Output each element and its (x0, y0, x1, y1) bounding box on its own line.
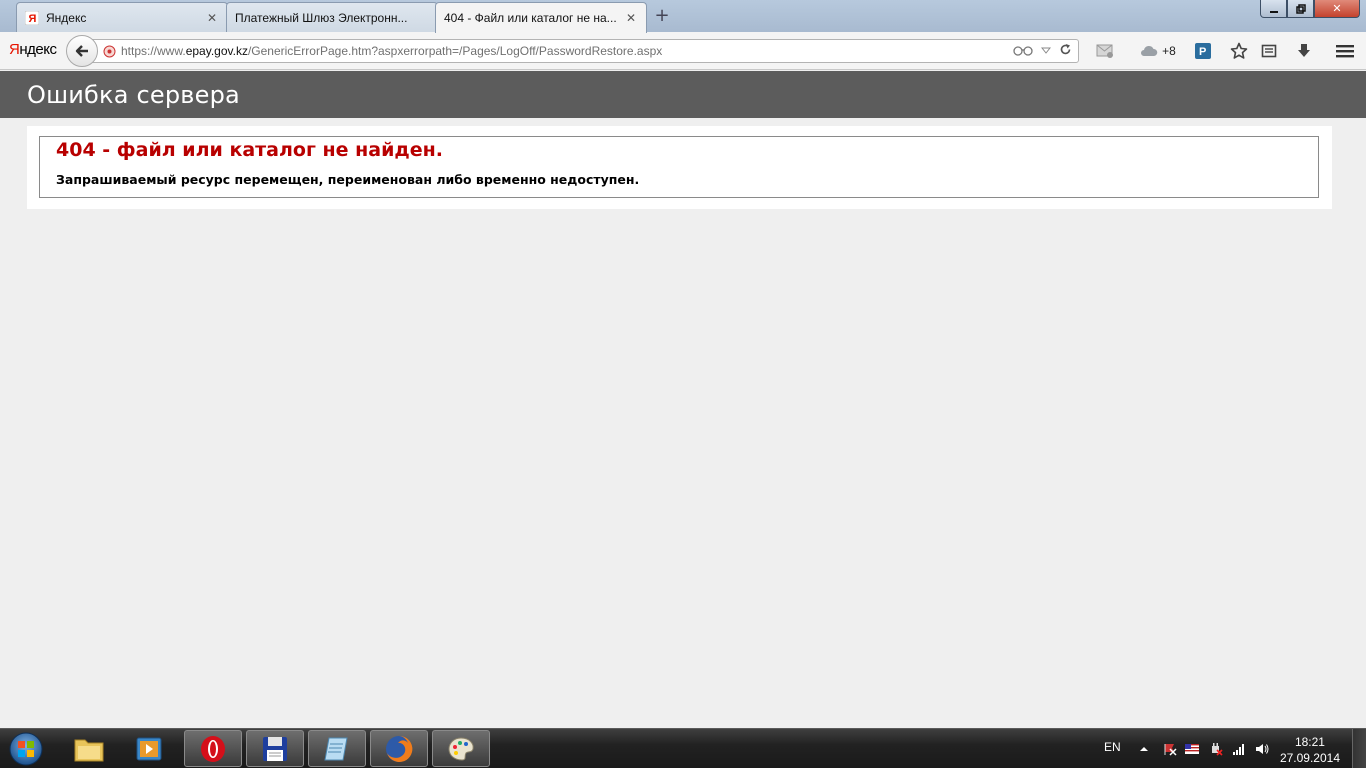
cloud-button[interactable]: +8 (1134, 41, 1182, 61)
toolbar-icons: +8 P (1094, 41, 1355, 61)
downloads-button[interactable] (1294, 41, 1314, 61)
extension-button[interactable]: P (1194, 41, 1212, 61)
start-button[interactable] (6, 731, 46, 767)
tab-title: Яндекс (46, 10, 87, 25)
minimize-icon (1269, 10, 1278, 13)
mail-button[interactable] (1094, 41, 1116, 61)
reload-icon[interactable] (1059, 43, 1072, 56)
windows-taskbar: EN 18:21 27.09.2014 (0, 728, 1366, 768)
reader-glasses-icon[interactable] (1013, 44, 1033, 56)
error-message: Запрашиваемый ресурс перемещен, переимен… (56, 172, 640, 187)
minimize-button[interactable] (1260, 0, 1287, 18)
svg-text:P: P (1199, 46, 1206, 58)
language-indicator[interactable]: EN (1104, 740, 1121, 754)
url-domain: epay.gov.kz (185, 44, 248, 58)
tab-epay[interactable]: Платежный Шлюз Электронн... (226, 2, 438, 32)
yandex-logo-text: Яндекс (9, 41, 57, 58)
reading-list-icon (1261, 44, 1277, 58)
taskbar-media-player[interactable] (120, 730, 178, 767)
taskbar-paint[interactable] (432, 730, 490, 767)
url-text[interactable]: https://www.epay.gov.kz/GenericErrorPage… (121, 44, 662, 58)
site-identity-icon[interactable] (103, 45, 116, 58)
cloud-count: +8 (1162, 44, 1176, 58)
url-prefix: https://www. (121, 44, 186, 58)
close-window-button[interactable]: ✕ (1314, 0, 1360, 18)
address-bar[interactable]: https://www.epay.gov.kz/GenericErrorPage… (84, 39, 1079, 63)
svg-text:Я: Я (29, 13, 37, 25)
clock-date: 27.09.2014 (1279, 751, 1340, 765)
action-center-flag-icon[interactable] (1163, 742, 1177, 756)
page-title: Ошибка сервера (27, 81, 240, 109)
tab-yandex[interactable]: Я Яндекс ✕ (16, 2, 228, 32)
notepad-icon (324, 737, 348, 760)
page-header-bar: Ошибка сервера (0, 71, 1366, 118)
show-desktop-button[interactable] (1352, 729, 1366, 768)
tab-title: Платежный Шлюз Электронн... (235, 10, 408, 25)
restore-button[interactable] (1287, 0, 1314, 18)
clock-time: 18:21 (1294, 735, 1325, 749)
folder-icon (74, 739, 104, 761)
extension-p-icon: P (1195, 43, 1211, 59)
taskbar-explorer[interactable] (60, 730, 118, 767)
reading-list-button[interactable] (1259, 41, 1279, 61)
dropdown-arrow-icon[interactable] (1041, 45, 1051, 55)
restore-icon (1295, 3, 1306, 14)
taskbar-save-app[interactable] (246, 730, 304, 767)
media-player-icon (136, 737, 162, 760)
cloud-icon (1141, 45, 1158, 56)
window-controls: ✕ (1260, 0, 1360, 18)
show-hidden-icons-arrow-icon[interactable] (1137, 742, 1151, 756)
windows-start-orb-icon (9, 732, 43, 766)
navigation-toolbar: Яндекс https://www.epay.gov.kz/GenericEr… (0, 32, 1366, 70)
star-icon (1230, 42, 1248, 59)
menu-button[interactable] (1335, 41, 1355, 61)
power-plug-icon[interactable] (1209, 742, 1223, 756)
tab-strip: Я Яндекс ✕ Платежный Шлюз Электронн... 4… (0, 0, 1366, 33)
error-box: 404 - файл или каталог не найден. Запраш… (39, 136, 1319, 198)
yandex-logo[interactable]: Яндекс (9, 41, 57, 58)
back-arrow-icon (75, 45, 88, 57)
volume-speaker-icon[interactable] (1255, 742, 1269, 756)
taskbar-notepad[interactable] (308, 730, 366, 767)
mail-icon (1096, 44, 1113, 58)
tab-close-icon[interactable]: ✕ (624, 11, 638, 25)
content-container: 404 - файл или каталог не найден. Запраш… (27, 126, 1332, 209)
hamburger-menu-icon (1336, 45, 1354, 58)
yandex-favicon-icon: Я (25, 10, 39, 25)
tab-close-icon[interactable]: ✕ (205, 11, 219, 25)
system-tray: EN 18:21 27.09.2014 (1066, 729, 1366, 768)
paint-palette-icon (448, 736, 474, 761)
bookmark-star-button[interactable] (1229, 41, 1249, 61)
floppy-disk-icon (263, 736, 287, 761)
back-button[interactable] (66, 35, 98, 67)
us-flag-keyboard-icon[interactable] (1185, 742, 1199, 756)
new-tab-button[interactable]: + (652, 6, 672, 26)
download-arrow-icon (1298, 44, 1310, 57)
clock[interactable]: 18:21 27.09.2014 (1280, 734, 1340, 766)
opera-icon (201, 735, 225, 762)
url-path: /GenericErrorPage.htm?aspxerrorpath=/Pag… (247, 44, 663, 58)
tab-title: 404 - Файл или каталог не на... (444, 11, 617, 25)
signal-strength-icon[interactable] (1232, 742, 1246, 756)
taskbar-firefox[interactable] (370, 730, 428, 767)
firefox-icon (386, 735, 413, 762)
error-title: 404 - файл или каталог не найден. (56, 139, 443, 161)
taskbar-opera[interactable] (184, 730, 242, 767)
tab-404-active[interactable]: 404 - Файл или каталог не на... ✕ (435, 2, 647, 33)
